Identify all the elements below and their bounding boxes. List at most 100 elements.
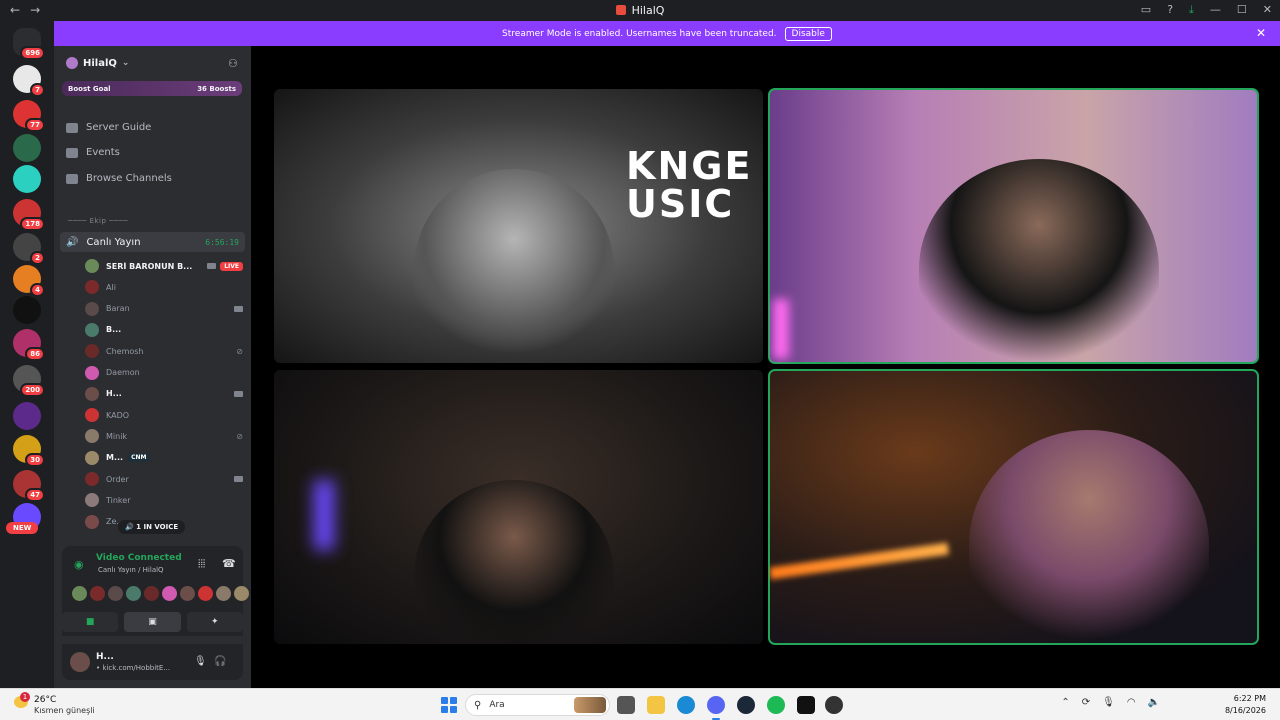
edge-icon[interactable]	[677, 696, 695, 714]
server-name: HilalQ	[83, 57, 117, 69]
guild-icon[interactable]	[13, 134, 41, 162]
minimize-button[interactable]: —	[1210, 3, 1221, 17]
participant-avatar[interactable]	[144, 586, 159, 601]
voice-channel-canli-yayin[interactable]: 🔊 Canlı Yayın 6:56:19	[60, 232, 245, 252]
windows-logo-icon	[450, 697, 457, 704]
voice-member[interactable]: Daemon	[85, 364, 243, 382]
username[interactable]: H...	[96, 652, 114, 662]
server-header[interactable]: HilalQ ⌄	[66, 57, 129, 69]
screen-share-button[interactable]: ▣	[124, 612, 181, 632]
participant-avatar[interactable]	[162, 586, 177, 601]
kick-icon[interactable]	[797, 696, 815, 714]
volume-icon[interactable]: 🔈	[1148, 697, 1160, 708]
voice-member[interactable]: Baran	[85, 300, 243, 318]
obs-icon[interactable]	[825, 696, 843, 714]
voice-member[interactable]: B...	[85, 321, 243, 339]
nav-events[interactable]: Events	[66, 147, 120, 158]
microphone-icon[interactable]: 🎙	[1102, 697, 1115, 708]
video-tile-stream[interactable]: KNGE USIC	[274, 89, 763, 363]
guild-icon[interactable]: 200	[13, 365, 45, 397]
guild-icon[interactable]: 77	[13, 100, 45, 132]
chevron-up-icon[interactable]: ⌃	[1061, 697, 1069, 708]
file-explorer-icon[interactable]	[647, 696, 665, 714]
guild-icon[interactable]: 7	[13, 65, 45, 97]
participant-avatar[interactable]	[180, 586, 195, 601]
member-name: M...	[106, 453, 124, 463]
guild-icon[interactable]: 4	[13, 265, 45, 297]
video-tile-participant-3[interactable]	[274, 370, 763, 644]
participant-avatar[interactable]	[234, 586, 249, 601]
steam-icon[interactable]	[737, 696, 755, 714]
start-button[interactable]	[441, 697, 457, 713]
background-sign-text: KNGE USIC	[626, 144, 753, 226]
guild-icon[interactable]: 86	[13, 329, 45, 361]
discord-icon[interactable]	[707, 696, 725, 720]
participant-video	[414, 169, 614, 363]
participant-avatar[interactable]	[216, 586, 231, 601]
voice-member[interactable]: Minik ⊘	[85, 427, 243, 445]
guild-icon[interactable]	[13, 402, 41, 430]
guild-icon[interactable]	[13, 165, 41, 193]
invite-people-icon[interactable]: ⚇	[228, 57, 238, 70]
close-banner-icon[interactable]: ✕	[1256, 26, 1266, 40]
rtc-actions: ■ ▣ ✦	[62, 612, 243, 632]
boost-goal-bar[interactable]: Boost Goal 36 Boosts	[62, 81, 242, 96]
help-icon[interactable]: ?	[1167, 3, 1173, 17]
participant-avatar[interactable]	[198, 586, 213, 601]
headphones-icon[interactable]: 🎧	[214, 656, 226, 667]
in-voice-pill[interactable]: 🔊 1 IN VOICE	[118, 520, 186, 534]
guild-icon[interactable]: 47	[13, 470, 45, 502]
guild-icon[interactable]: 178	[13, 199, 45, 231]
noise-suppression-icon[interactable]: ⦙⦙⦙	[198, 557, 205, 571]
clock[interactable]: 6:22 PM 8/16/2026	[1225, 693, 1266, 717]
voice-member[interactable]: Ali	[85, 278, 243, 296]
participant-avatar[interactable]	[72, 586, 87, 601]
nav-server-guide[interactable]: Server Guide	[66, 122, 151, 133]
guild-icon[interactable]: 2	[13, 233, 45, 265]
avatar	[85, 280, 99, 295]
task-view-icon[interactable]	[617, 696, 635, 714]
connection-status[interactable]: Video Connected	[96, 553, 182, 563]
spotify-icon[interactable]	[767, 696, 785, 714]
avatar[interactable]	[70, 652, 90, 672]
voice-member[interactable]: Order	[85, 470, 243, 488]
member-name: Ali	[106, 282, 116, 292]
temperature: 26°C	[34, 695, 57, 705]
search-placeholder: Ara	[489, 700, 505, 710]
voice-member[interactable]: KADO	[85, 406, 243, 424]
voice-member[interactable]: Chemosh ⊘	[85, 342, 243, 360]
activities-button[interactable]: ✦	[186, 612, 243, 632]
voice-member[interactable]: SERİ BARONUN B... LIVE	[85, 257, 243, 275]
participant-avatar[interactable]	[126, 586, 141, 601]
mention-badge: 7	[30, 83, 45, 97]
category-header[interactable]: ──── Ekip ────	[68, 217, 128, 225]
voice-member[interactable]: H...	[85, 385, 243, 403]
camera-button[interactable]: ■	[62, 612, 119, 632]
video-tile-participant-2[interactable]	[768, 88, 1259, 364]
disable-streamer-mode-button[interactable]: Disable	[784, 26, 832, 41]
member-status-icons	[234, 390, 243, 397]
connection-location[interactable]: Canlı Yayın / HilalQ	[98, 566, 164, 574]
browse-channels-icon	[66, 173, 78, 184]
member-tag: CNM	[127, 453, 151, 463]
taskbar-search[interactable]: ⚲ Ara	[465, 694, 610, 716]
participant-avatar[interactable]	[108, 586, 123, 601]
sync-icon[interactable]: ⟳	[1082, 697, 1090, 708]
disconnect-icon[interactable]: ☎	[222, 557, 236, 570]
guild-icon[interactable]	[13, 296, 41, 324]
wifi-icon[interactable]: ◠	[1127, 697, 1136, 708]
voice-channel-name: Canlı Yayın	[86, 236, 141, 248]
voice-member[interactable]: M... CNM	[85, 449, 243, 467]
participant-video	[414, 480, 614, 644]
close-button[interactable]: ✕	[1263, 3, 1272, 17]
participant-avatar[interactable]	[90, 586, 105, 601]
guild-icon[interactable]: 696	[13, 28, 45, 60]
guild-icon[interactable]: 30	[13, 435, 45, 467]
download-icon[interactable]: ⤓	[1189, 3, 1194, 17]
video-tile-participant-4[interactable]	[768, 369, 1259, 645]
microphone-icon[interactable]: 🎙	[194, 656, 207, 667]
inbox-icon[interactable]: ▭	[1141, 3, 1151, 17]
voice-member[interactable]: Tinker	[85, 491, 243, 509]
nav-browse-channels[interactable]: Browse Channels	[66, 173, 172, 184]
maximize-button[interactable]: ☐	[1237, 3, 1247, 17]
